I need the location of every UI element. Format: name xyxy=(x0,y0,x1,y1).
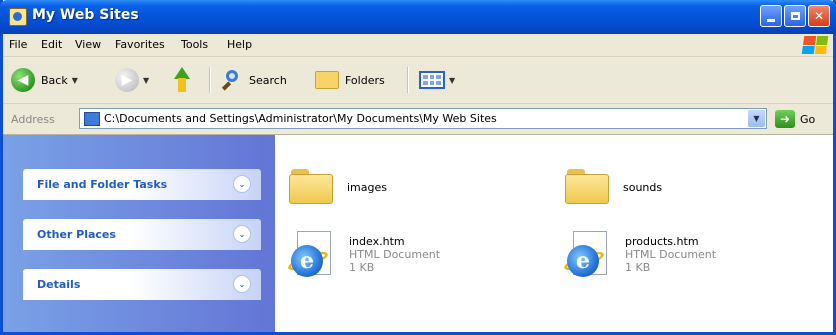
menu-edit[interactable]: Edit xyxy=(41,38,62,51)
menu-help[interactable]: Help xyxy=(227,38,252,51)
task-details[interactable]: Details ⌄ xyxy=(23,269,261,300)
address-label: Address xyxy=(11,113,55,126)
toolbar: ◀ Back ▼ ▶ ▼ Search Folders ▼ xyxy=(3,57,833,104)
caption-buttons xyxy=(760,5,830,27)
chevron-down-icon[interactable]: ⌄ xyxy=(233,275,251,293)
folders-icon xyxy=(315,71,339,89)
html-document-icon: e xyxy=(562,231,613,283)
address-field[interactable]: C:\Documents and Settings\Administrator\… xyxy=(79,108,767,129)
windows-logo-icon xyxy=(801,36,829,54)
folder-path-icon xyxy=(84,111,100,126)
back-dropdown-icon[interactable]: ▼ xyxy=(72,76,78,85)
item-name: sounds xyxy=(623,181,663,194)
chevron-down-icon[interactable]: ⌄ xyxy=(233,175,251,193)
up-folder-icon xyxy=(171,67,191,93)
file-list: images sounds e index.htm HTML Document … xyxy=(275,135,833,332)
views-icon xyxy=(419,71,445,89)
go-label: Go xyxy=(800,112,816,126)
minimize-button[interactable] xyxy=(760,5,782,27)
menu-view[interactable]: View xyxy=(75,38,101,51)
chevron-down-icon[interactable]: ⌄ xyxy=(233,225,251,243)
back-label: Back xyxy=(41,73,68,87)
views-button[interactable]: ▼ xyxy=(419,66,455,94)
task-label: Details xyxy=(37,278,81,291)
folder-item-images[interactable]: images xyxy=(289,167,387,204)
address-bar: Address C:\Documents and Settings\Admini… xyxy=(3,104,833,135)
maximize-button[interactable] xyxy=(784,5,806,27)
address-dropdown-icon[interactable]: ▼ xyxy=(748,110,765,127)
folder-icon xyxy=(565,167,611,204)
item-name: index.htm xyxy=(349,235,405,248)
file-item-index[interactable]: e index.htm HTML Document 1 KB xyxy=(286,231,441,283)
address-path: C:\Documents and Settings\Administrator\… xyxy=(104,112,497,125)
explorer-window: My Web Sites File Edit View Favorites To… xyxy=(0,0,836,335)
task-other-places[interactable]: Other Places ⌄ xyxy=(23,219,261,250)
item-size: 1 KB xyxy=(349,261,375,274)
file-item-products[interactable]: e products.htm HTML Document 1 KB xyxy=(562,231,717,283)
html-document-icon: e xyxy=(286,231,337,283)
go-button[interactable]: ➜ Go xyxy=(775,110,815,128)
toolbar-separator xyxy=(407,67,409,93)
task-label: Other Places xyxy=(37,228,116,241)
close-button[interactable] xyxy=(808,5,830,27)
task-pane: File and Folder Tasks ⌄ Other Places ⌄ D… xyxy=(3,135,275,332)
folder-window-icon xyxy=(9,8,27,26)
folders-button[interactable]: Folders xyxy=(315,66,385,94)
views-dropdown-icon[interactable]: ▼ xyxy=(449,76,455,85)
menu-bar: File Edit View Favorites Tools Help xyxy=(3,34,833,57)
forward-dropdown-icon[interactable]: ▼ xyxy=(143,76,149,85)
menu-file[interactable]: File xyxy=(9,38,27,51)
up-button[interactable] xyxy=(171,66,191,94)
forward-arrow-icon: ▶ xyxy=(115,68,139,92)
folder-icon xyxy=(289,167,335,204)
task-file-and-folder[interactable]: File and Folder Tasks ⌄ xyxy=(23,169,261,200)
item-type: HTML Document xyxy=(349,248,441,261)
menu-favorites[interactable]: Favorites xyxy=(115,38,165,51)
go-arrow-icon: ➜ xyxy=(775,110,795,128)
folders-label: Folders xyxy=(345,73,385,87)
item-name: products.htm xyxy=(625,235,699,248)
folder-item-sounds[interactable]: sounds xyxy=(565,167,663,204)
forward-button[interactable]: ▶ ▼ xyxy=(115,66,149,94)
menu-tools[interactable]: Tools xyxy=(181,38,208,51)
window-title: My Web Sites xyxy=(32,7,139,23)
search-label: Search xyxy=(249,73,287,87)
title-bar[interactable]: My Web Sites xyxy=(0,0,836,34)
search-icon xyxy=(221,69,243,91)
toolbar-separator xyxy=(209,67,211,93)
item-size: 1 KB xyxy=(625,261,651,274)
task-label: File and Folder Tasks xyxy=(37,178,168,191)
search-button[interactable]: Search xyxy=(221,66,287,94)
item-type: HTML Document xyxy=(625,248,717,261)
back-button[interactable]: ◀ Back ▼ xyxy=(11,66,78,94)
item-name: images xyxy=(347,181,387,194)
back-arrow-icon: ◀ xyxy=(11,68,35,92)
